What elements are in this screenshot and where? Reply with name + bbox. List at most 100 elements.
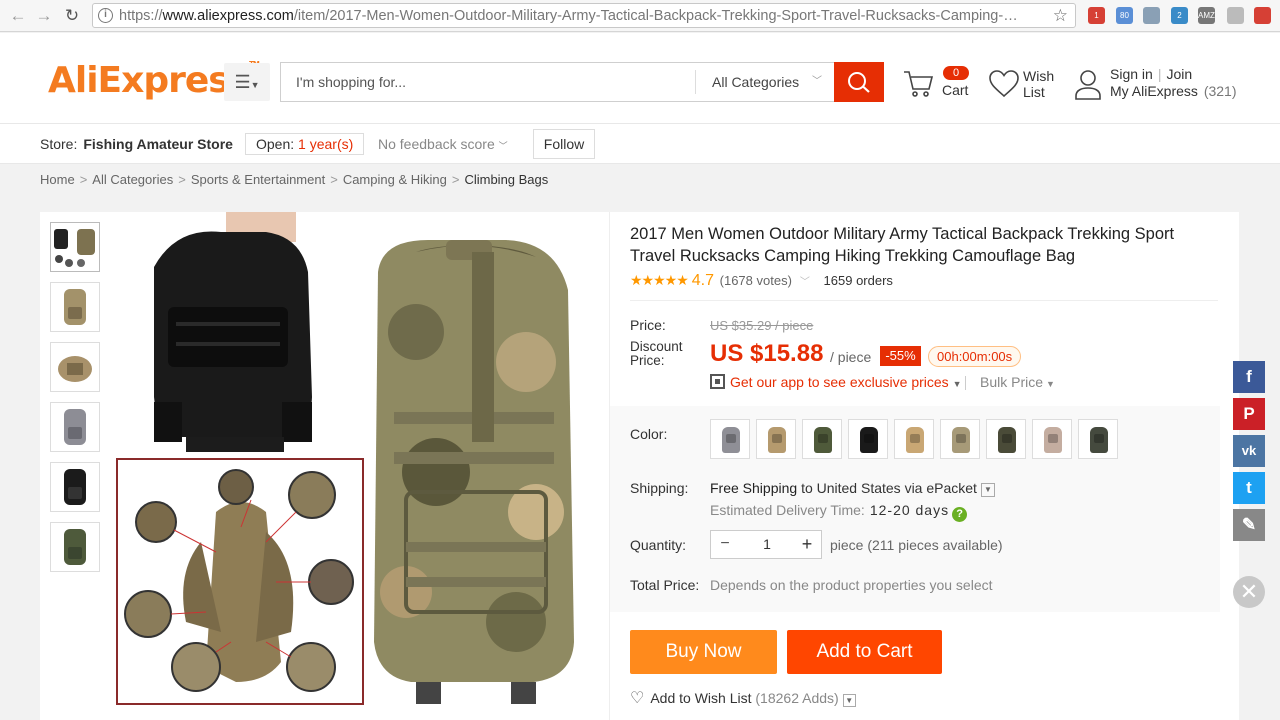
account-area: Sign in | Join My AliExpress (321)	[1074, 66, 1264, 102]
breadcrumb: Home > All Categories > Sports & Entertainme…	[40, 172, 549, 187]
edit-icon[interactable]: ✎	[1233, 509, 1265, 541]
close-icon[interactable]: ✕	[1233, 576, 1265, 608]
rating-value: 4.7	[691, 272, 715, 289]
color-swatch-2[interactable]	[756, 419, 796, 459]
add-to-wishlist-link[interactable]: ♡ Add to Wish List (18262 Adds) ▼	[630, 688, 856, 708]
quantity-label: Quantity:	[630, 537, 687, 553]
cart-count-badge: 0	[943, 66, 969, 80]
follow-button[interactable]: Follow	[533, 129, 595, 159]
bookmark-star-icon[interactable]: ☆	[1053, 6, 1068, 26]
extension-icon[interactable]	[1143, 7, 1160, 24]
help-icon[interactable]: ?	[952, 507, 968, 522]
back-arrow-icon[interactable]: ←	[8, 6, 28, 26]
user-icon	[1075, 70, 1101, 100]
product-title: 2017 Men Women Outdoor Military Army Tac…	[630, 225, 1175, 265]
divider	[630, 300, 1218, 301]
color-swatch-3[interactable]	[802, 419, 842, 459]
caret-down-icon: ▼	[250, 80, 260, 90]
orders-count: 1659 orders	[823, 273, 893, 288]
heart-icon: ♡	[630, 690, 645, 707]
breadcrumb-home[interactable]: Home	[40, 172, 75, 187]
reload-icon[interactable]: ↻	[62, 6, 82, 26]
extension-icon[interactable]: AMZ	[1198, 7, 1215, 24]
shipping-label: Shipping:	[630, 480, 689, 496]
vk-icon[interactable]: vk	[1233, 435, 1265, 467]
cart-link[interactable]: 0 Cart	[902, 66, 972, 102]
extension-icon[interactable]: 1	[1088, 7, 1105, 24]
store-name-link[interactable]: Fishing Amateur Store	[83, 136, 233, 152]
thumbnail-5[interactable]	[50, 462, 100, 512]
wishlist-link[interactable]: Wish List	[988, 66, 1063, 102]
original-price: US $35.29 / piece	[710, 318, 814, 333]
forward-arrow-icon[interactable]: →	[34, 6, 54, 26]
color-swatch-7[interactable]	[986, 419, 1026, 459]
bulk-price-dropdown[interactable]: Bulk Price ▼	[980, 374, 1055, 390]
extension-icon[interactable]	[1227, 7, 1244, 24]
store-info: Store: Fishing Amateur Store	[40, 136, 233, 152]
extension-icon[interactable]: 80	[1116, 7, 1133, 24]
facebook-icon[interactable]: f	[1233, 361, 1265, 393]
pinterest-icon[interactable]: P	[1233, 398, 1265, 430]
breadcrumb-current[interactable]: Climbing Bags	[464, 172, 548, 187]
breadcrumb-all-categories[interactable]: All Categories	[92, 172, 173, 187]
category-menu-button[interactable]: ☰▼	[224, 63, 270, 101]
store-open-duration: Open: 1 year(s)	[245, 133, 365, 155]
my-aliexpress-link[interactable]: My AliExpress	[1110, 83, 1198, 99]
app-prices-link[interactable]: Get our app to see exclusive prices ▼	[710, 374, 962, 390]
quantity-decrease-button[interactable]: −	[711, 531, 739, 558]
chevron-down-icon[interactable]: ▼	[980, 483, 995, 497]
extension-icon[interactable]	[1254, 7, 1271, 24]
twitter-icon[interactable]: t	[1233, 472, 1265, 504]
add-to-cart-button[interactable]: Add to Cart	[787, 630, 942, 674]
search-button[interactable]	[834, 62, 884, 102]
per-piece: / piece	[830, 349, 872, 365]
url-text[interactable]: https://www.aliexpress.com/item/2017-Men…	[119, 8, 1029, 26]
breadcrumb-sports[interactable]: Sports & Entertainment	[191, 172, 325, 187]
quantity-input[interactable]: 1	[751, 531, 783, 558]
color-swatch-1[interactable]	[710, 419, 750, 459]
total-price-label: Total Price:	[630, 577, 700, 593]
feedback-score-dropdown[interactable]: No feedback score ﹀	[378, 136, 508, 152]
backpack-icon	[722, 427, 740, 453]
estimated-delivery: Estimated Delivery Time: 12-20 days?	[710, 502, 968, 522]
thumbnail-2[interactable]	[50, 282, 100, 332]
address-bar[interactable]: i https://www.aliexpress.com/item/2017-M…	[92, 3, 1076, 28]
availability-text: piece (211 pieces available)	[830, 537, 1003, 553]
extension-icon[interactable]: 2	[1171, 7, 1188, 24]
thumbnail-1[interactable]	[50, 222, 100, 272]
my-aliexpress-count: (321)	[1203, 83, 1237, 99]
product-main-image[interactable]	[116, 212, 608, 717]
thumbnail-3[interactable]	[50, 342, 100, 392]
shipping-option[interactable]: Free Shipping to United States via ePack…	[710, 480, 995, 497]
divider	[965, 376, 966, 390]
color-swatch-9[interactable]	[1078, 419, 1118, 459]
backpack-icon	[1044, 427, 1062, 453]
thumbnail-4[interactable]	[50, 402, 100, 452]
search-bar: All Categories ﹀	[280, 62, 884, 102]
sign-in-link[interactable]: Sign in	[1110, 66, 1153, 82]
color-swatch-4[interactable]	[848, 419, 888, 459]
category-select[interactable]: All Categories ﹀	[695, 70, 834, 94]
breadcrumb-camping[interactable]: Camping & Hiking	[343, 172, 447, 187]
color-swatch-8[interactable]	[1032, 419, 1072, 459]
thumbnail-6[interactable]	[50, 522, 100, 572]
votes-link[interactable]: (1678 votes)	[720, 273, 792, 288]
cart-icon	[904, 71, 934, 97]
join-link[interactable]: Join	[1166, 66, 1192, 82]
discount-price-label: Discount Price:	[630, 339, 683, 368]
color-swatch-6[interactable]	[940, 419, 980, 459]
chevron-down-icon[interactable]: ﹀	[800, 277, 810, 288]
color-swatch-5[interactable]	[894, 419, 934, 459]
color-label: Color:	[630, 426, 668, 442]
search-input[interactable]	[281, 63, 695, 101]
price-label: Price:	[630, 317, 666, 333]
wishlist-label: Wish List	[1023, 68, 1055, 100]
quantity-increase-button[interactable]: +	[793, 531, 821, 558]
info-icon[interactable]: i	[98, 8, 113, 23]
buy-now-button[interactable]: Buy Now	[630, 630, 777, 674]
hamburger-icon: ☰	[234, 72, 251, 92]
chevron-down-icon[interactable]: ▼	[842, 694, 856, 707]
store-bar: Store: Fishing Amateur Store Open: 1 year…	[0, 124, 1280, 164]
browser-toolbar: ← → ↻ i https://www.aliexpress.com/item/…	[0, 0, 1280, 32]
backpack-icon	[860, 427, 878, 453]
